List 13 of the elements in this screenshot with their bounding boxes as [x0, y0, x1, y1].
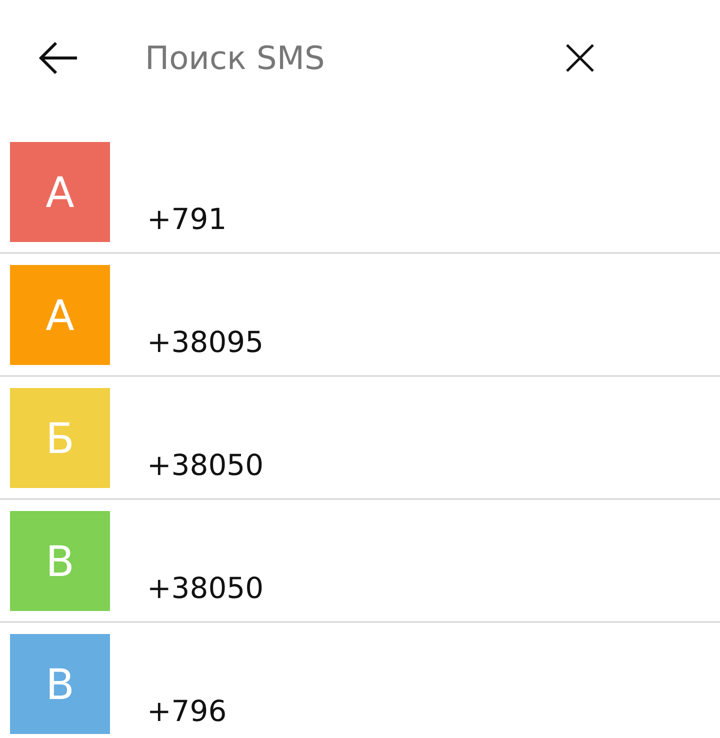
phone-number: +791 — [147, 202, 227, 236]
search-field[interactable]: Поиск SMS — [145, 39, 525, 77]
contact-avatar: А — [10, 142, 110, 242]
contact-avatar: В — [10, 634, 110, 734]
contact-avatar: В — [10, 511, 110, 611]
contact-avatar: Б — [10, 388, 110, 488]
phone-number: +38095 — [147, 325, 264, 359]
phone-number: +38050 — [147, 571, 264, 605]
contact-avatar: А — [10, 265, 110, 365]
close-icon[interactable] — [565, 43, 595, 73]
phone-number: +796 — [147, 694, 227, 728]
back-arrow-icon[interactable] — [38, 41, 78, 75]
phone-number: +38050 — [147, 448, 264, 482]
